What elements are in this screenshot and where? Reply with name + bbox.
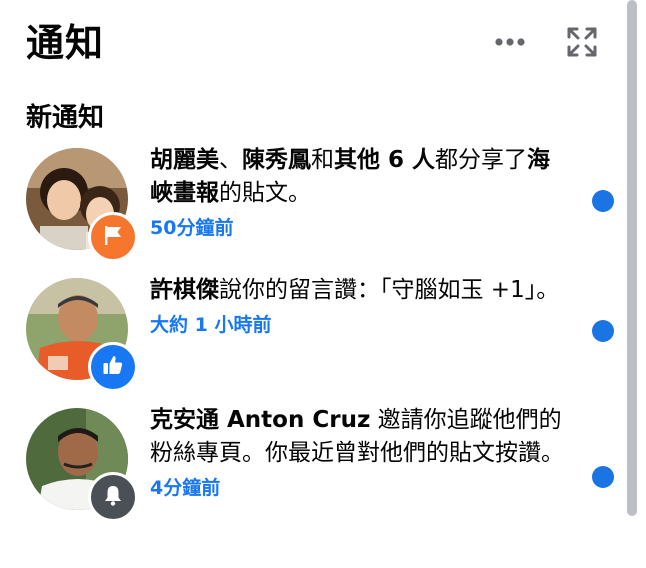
bell-icon	[101, 483, 125, 511]
others-count: 其他 6 人	[334, 147, 436, 173]
notification-item[interactable]: 許棋傑說你的留言讚：「守腦如玉 +1」。 大約 1 小時前	[0, 270, 618, 394]
notification-badge	[88, 212, 138, 262]
notification-item[interactable]: 胡麗美、陳秀鳳和其他 6 人都分享了海峽畫報的貼文。 50分鐘前	[0, 140, 618, 264]
flag-icon	[101, 223, 125, 251]
unread-dot	[592, 466, 614, 488]
actor-name: 陳秀鳳	[242, 147, 311, 173]
notification-text: 克安通 Anton Cruz 邀請你追蹤他們的粉絲專頁。你最近曾對他們的貼文按讚…	[150, 404, 564, 470]
notifications-header: 通知	[26, 14, 616, 72]
expand-icon[interactable]	[566, 26, 598, 58]
actor-name: 許棋傑	[150, 277, 219, 303]
scrollbar[interactable]	[627, 0, 637, 516]
thumbs-up-icon	[101, 353, 125, 381]
notification-time: 50分鐘前	[150, 217, 234, 239]
unread-dot	[592, 320, 614, 342]
more-horizontal-icon[interactable]	[492, 30, 528, 54]
notification-content: 胡麗美、陳秀鳳和其他 6 人都分享了海峽畫報的貼文。 50分鐘前	[150, 144, 564, 242]
text-object: 的貼文。	[219, 180, 311, 206]
notification-text: 許棋傑說你的留言讚：「守腦如玉 +1」。	[150, 274, 564, 307]
notification-content: 克安通 Anton Cruz 邀請你追蹤他們的粉絲專頁。你最近曾對他們的貼文按讚…	[150, 404, 564, 502]
notification-badge	[88, 342, 138, 392]
notification-badge	[88, 472, 138, 522]
unread-dot	[592, 190, 614, 212]
notification-item[interactable]: 克安通 Anton Cruz 邀請你追蹤他們的粉絲專頁。你最近曾對他們的貼文按讚…	[0, 400, 618, 524]
page-title: 通知	[26, 21, 105, 65]
section-title-new: 新通知	[26, 103, 105, 133]
text-separator: 、	[219, 147, 242, 173]
notification-time: 大約 1 小時前	[150, 314, 272, 336]
notification-time: 4分鐘前	[150, 477, 221, 499]
notification-content: 許棋傑說你的留言讚：「守腦如玉 +1」。 大約 1 小時前	[150, 274, 564, 339]
actor-name: 克安通 Anton Cruz	[150, 407, 371, 433]
actor-name: 胡麗美	[150, 147, 219, 173]
text-conjunction: 和	[311, 147, 334, 173]
notification-text: 胡麗美、陳秀鳳和其他 6 人都分享了海峽畫報的貼文。	[150, 144, 564, 210]
text-action: 說你的留言讚：「守腦如玉 +1」。	[219, 277, 560, 303]
text-action: 都分享了	[435, 147, 528, 173]
